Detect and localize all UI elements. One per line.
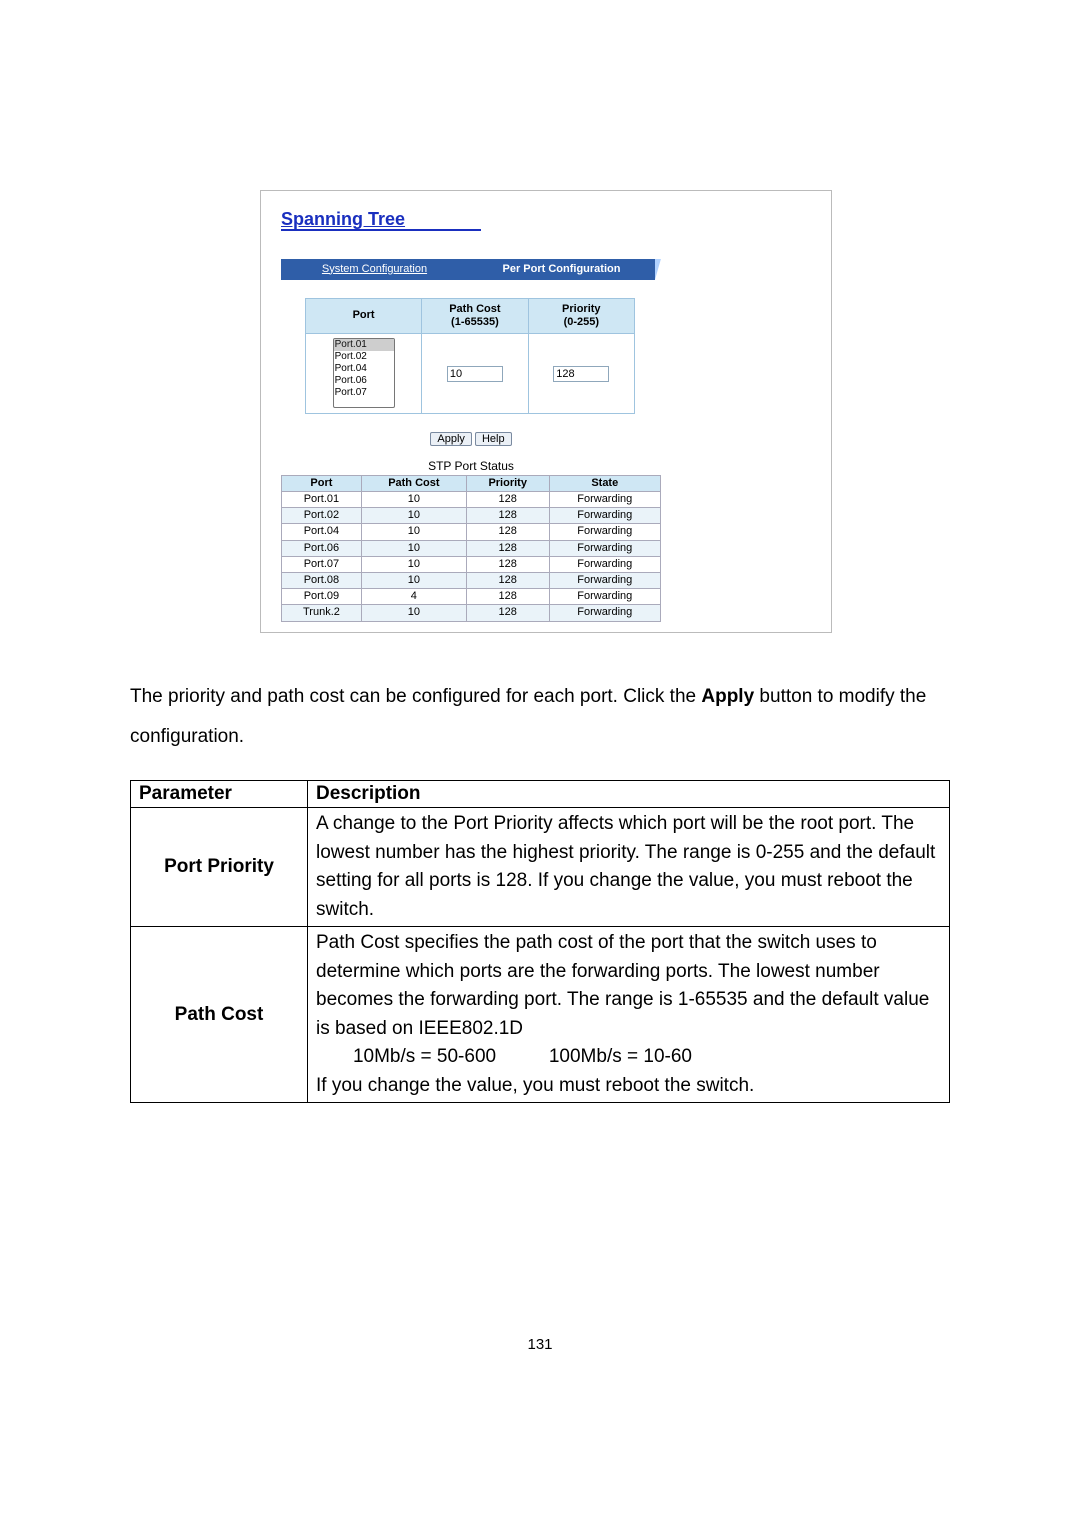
status-cell-state: Forwarding <box>549 508 660 524</box>
table-row: Port.0610128Forwarding <box>282 540 661 556</box>
status-cell-prio: 128 <box>466 540 549 556</box>
body-text-part1: The priority and path cost can be config… <box>130 686 701 707</box>
port-option[interactable]: Port.01 <box>334 339 394 351</box>
path-cost-label: Path Cost <box>426 303 523 316</box>
status-cell-state: Forwarding <box>549 589 660 605</box>
status-cell-path: 10 <box>361 605 466 621</box>
status-cell-path: 10 <box>361 573 466 589</box>
param-port-priority: Port Priority <box>131 808 308 927</box>
status-cell-port: Port.06 <box>282 540 362 556</box>
stp-status-table: Port Path Cost Priority State Port.01101… <box>281 475 661 622</box>
table-row: Trunk.210128Forwarding <box>282 605 661 621</box>
param-path-cost: Path Cost <box>131 927 308 1103</box>
apply-word: Apply <box>701 686 754 707</box>
path-cost-range: (1-65535) <box>426 316 523 329</box>
path-cost-desc-3: If you change the value, you must reboot… <box>316 1072 941 1101</box>
status-table-title: STP Port Status <box>281 459 661 473</box>
desc-port-priority: A change to the Port Priority affects wh… <box>308 808 950 927</box>
tab-bar: System Configuration Per Port Configurat… <box>281 259 661 280</box>
status-cell-state: Forwarding <box>549 492 660 508</box>
status-cell-port: Trunk.2 <box>282 605 362 621</box>
path-cost-desc-1: Path Cost specifies the path cost of the… <box>316 929 941 1043</box>
status-cell-path: 10 <box>361 524 466 540</box>
table-row: Port.0810128Forwarding <box>282 573 661 589</box>
help-button[interactable]: Help <box>475 432 512 446</box>
priority-label: Priority <box>533 303 630 316</box>
status-cell-prio: 128 <box>466 508 549 524</box>
col-port: Port <box>306 298 422 333</box>
desc-path-cost: Path Cost specifies the path cost of the… <box>308 927 950 1103</box>
status-cell-path: 10 <box>361 508 466 524</box>
status-cell-prio: 128 <box>466 524 549 540</box>
config-screenshot: Spanning Tree System Configuration Per P… <box>260 190 832 633</box>
page-number: 131 <box>0 1336 1080 1353</box>
status-cell-prio: 128 <box>466 492 549 508</box>
table-row: Port.0410128Forwarding <box>282 524 661 540</box>
status-cell-path: 10 <box>361 492 466 508</box>
port-option[interactable]: Port.06 <box>334 375 394 387</box>
status-col-state: State <box>549 475 660 491</box>
priority-range: (0-255) <box>533 316 630 329</box>
tab-flare <box>655 259 661 280</box>
status-col-priority: Priority <box>466 475 549 491</box>
status-cell-port: Port.01 <box>282 492 362 508</box>
tab-per-port-configuration[interactable]: Per Port Configuration <box>468 259 655 280</box>
port-config-table: Port Path Cost (1-65535) Priority (0-255… <box>305 298 635 415</box>
status-cell-state: Forwarding <box>549 573 660 589</box>
apply-button[interactable]: Apply <box>430 432 472 446</box>
path-cost-speeds: 10Mb/s = 50-600 100Mb/s = 10-60 <box>316 1043 941 1072</box>
tab-system-configuration[interactable]: System Configuration <box>281 259 468 280</box>
status-cell-prio: 128 <box>466 573 549 589</box>
status-cell-state: Forwarding <box>549 605 660 621</box>
col-path-cost: Path Cost (1-65535) <box>422 298 528 333</box>
port-option[interactable]: Port.04 <box>334 363 394 375</box>
port-option[interactable]: Port.07 <box>334 387 394 399</box>
status-cell-port: Port.02 <box>282 508 362 524</box>
col-priority: Priority (0-255) <box>528 298 634 333</box>
status-cell-state: Forwarding <box>549 524 660 540</box>
parameter-table: Parameter Description Port Priority A ch… <box>130 780 950 1103</box>
desc-header: Description <box>308 781 950 808</box>
status-cell-prio: 128 <box>466 605 549 621</box>
body-paragraph: The priority and path cost can be config… <box>130 677 950 759</box>
status-cell-path: 10 <box>361 556 466 572</box>
status-cell-path: 10 <box>361 540 466 556</box>
button-row: Apply Help <box>281 432 661 446</box>
status-cell-prio: 128 <box>466 556 549 572</box>
status-cell-state: Forwarding <box>549 540 660 556</box>
table-row: Port.0210128Forwarding <box>282 508 661 524</box>
status-cell-port: Port.08 <box>282 573 362 589</box>
path-cost-input[interactable] <box>447 366 503 382</box>
status-cell-state: Forwarding <box>549 556 660 572</box>
panel-title: Spanning Tree <box>281 209 821 231</box>
status-cell-port: Port.09 <box>282 589 362 605</box>
status-col-path: Path Cost <box>361 475 466 491</box>
status-cell-prio: 128 <box>466 589 549 605</box>
param-header: Parameter <box>131 781 308 808</box>
status-col-port: Port <box>282 475 362 491</box>
table-row: Port.0110128Forwarding <box>282 492 661 508</box>
table-row: Port.094128Forwarding <box>282 589 661 605</box>
port-option[interactable]: Port.02 <box>334 351 394 363</box>
status-cell-path: 4 <box>361 589 466 605</box>
table-row: Port.0710128Forwarding <box>282 556 661 572</box>
priority-input[interactable] <box>553 366 609 382</box>
status-cell-port: Port.07 <box>282 556 362 572</box>
status-cell-port: Port.04 <box>282 524 362 540</box>
port-select[interactable]: Port.01Port.02Port.04Port.06Port.07 <box>333 338 395 408</box>
